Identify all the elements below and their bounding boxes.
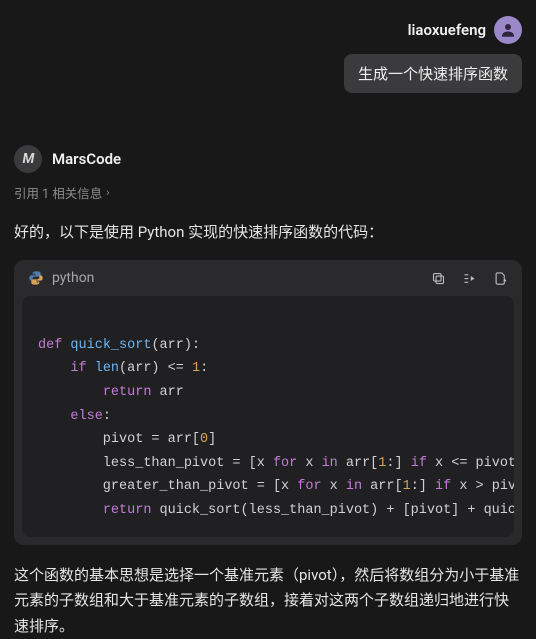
python-icon <box>28 270 44 286</box>
copy-button[interactable] <box>431 271 446 286</box>
person-icon <box>499 21 517 39</box>
code-block: python def quick_sort(arr): if len(arr) … <box>14 260 522 545</box>
bot-intro: 好的，以下是使用 Python 实现的快速排序函数的代码： <box>14 220 522 244</box>
user-name: liaoxuefeng <box>408 21 486 39</box>
new-file-button[interactable] <box>493 271 508 286</box>
chevron-right-icon: › <box>106 186 109 199</box>
bot-avatar: M <box>14 145 42 173</box>
insert-button[interactable] <box>462 271 477 286</box>
code-body[interactable]: def quick_sort(arr): if len(arr) <= 1: r… <box>22 296 514 537</box>
bot-name: MarsCode <box>52 150 121 168</box>
user-prompt-bubble: 生成一个快速排序函数 <box>344 54 522 93</box>
file-plus-icon <box>493 271 508 286</box>
code-language-label: python <box>52 270 94 286</box>
insert-icon <box>462 271 477 286</box>
reference-toggle[interactable]: 引用 1 相关信息 › <box>14 183 522 202</box>
copy-icon <box>431 271 446 286</box>
reference-label: 引用 1 相关信息 <box>14 183 102 202</box>
user-avatar[interactable] <box>494 16 522 44</box>
bot-outro: 这个函数的基本思想是选择一个基准元素（pivot），然后将数组分为小于基准元素的… <box>14 563 522 639</box>
